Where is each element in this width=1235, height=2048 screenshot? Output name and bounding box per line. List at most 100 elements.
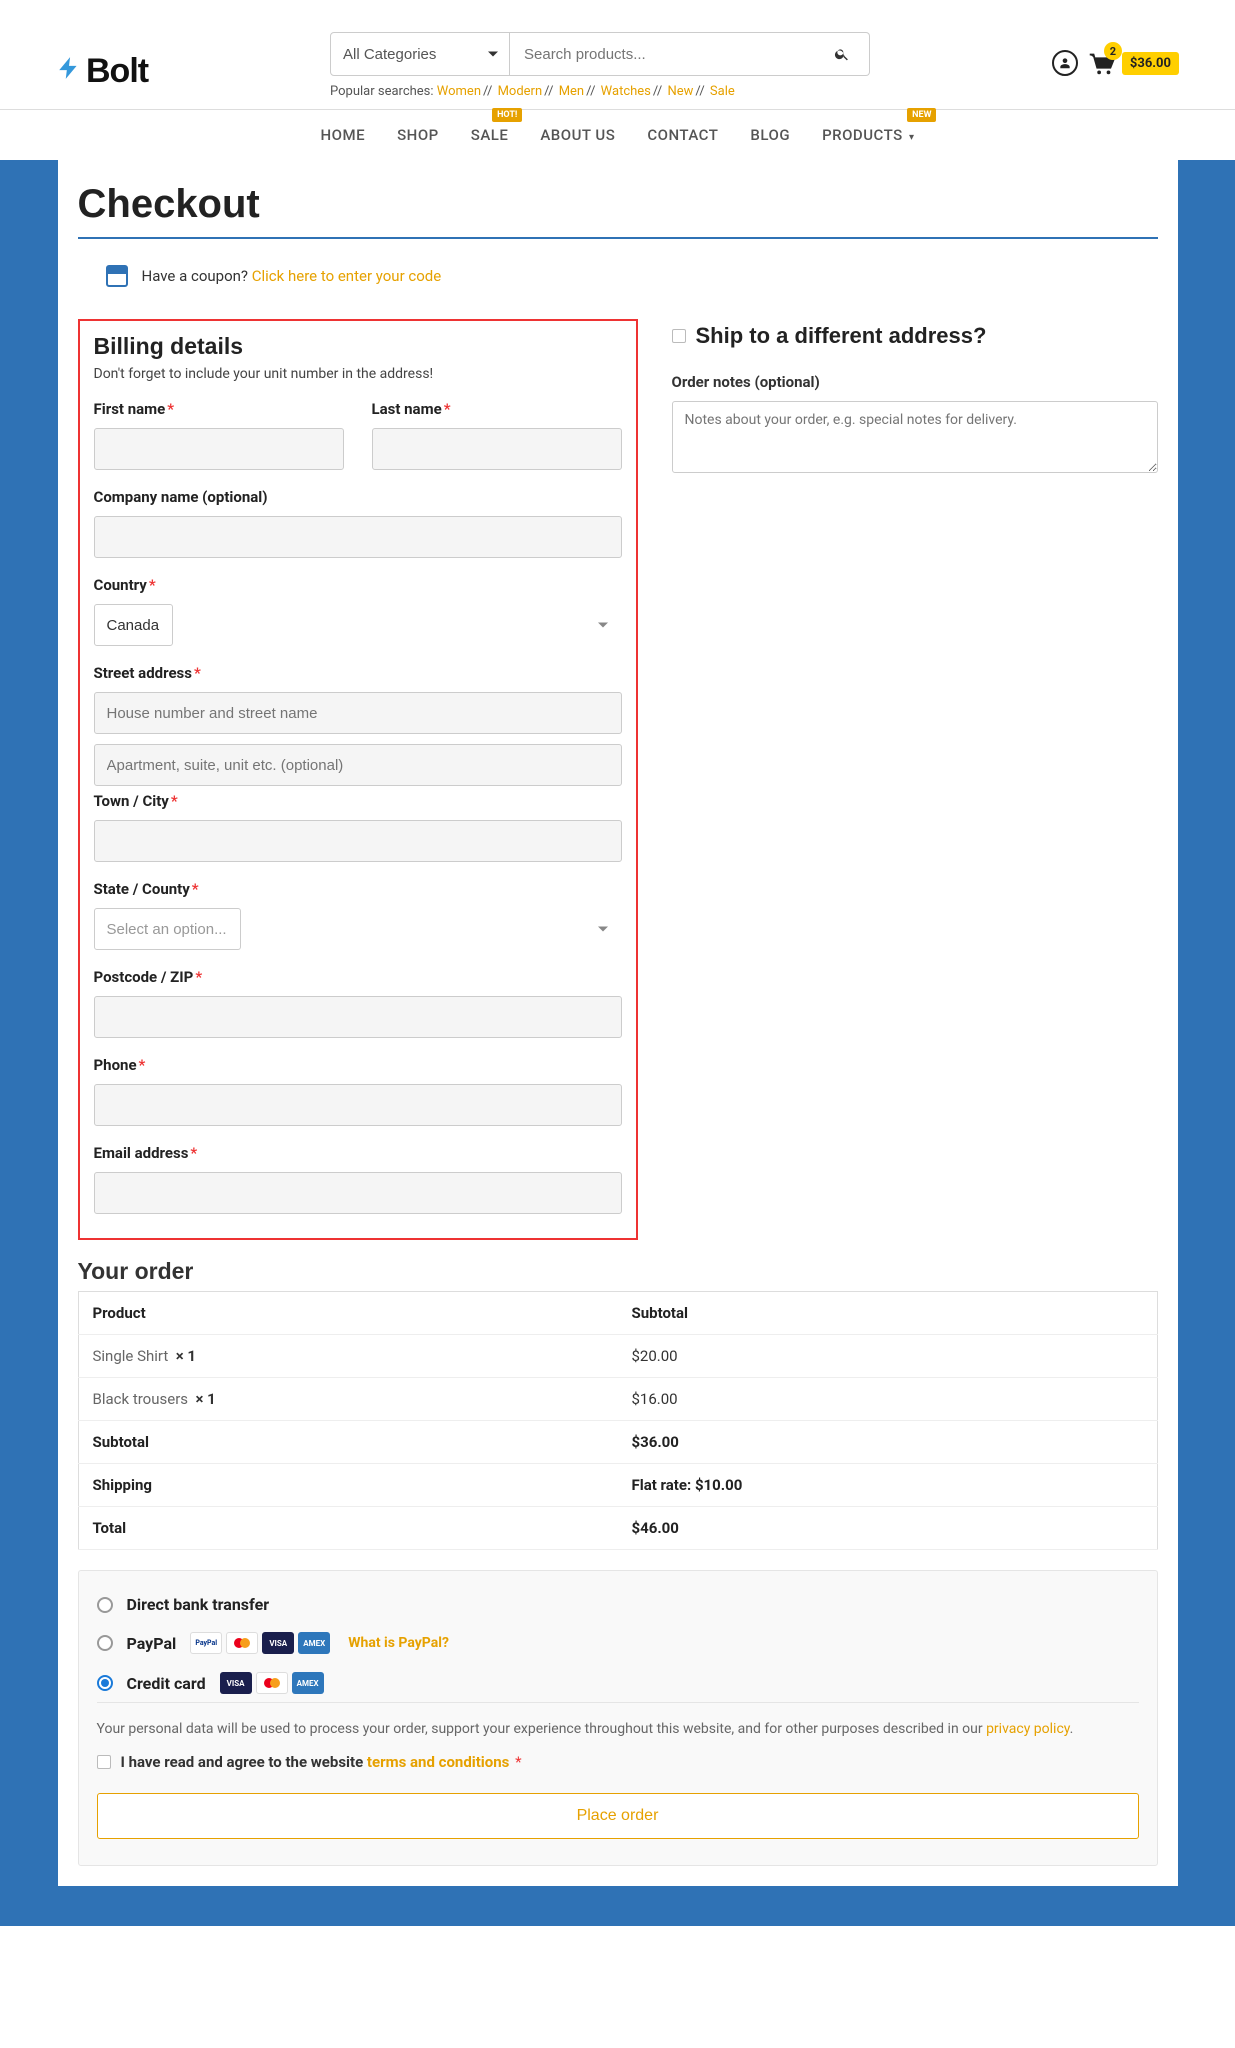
logo[interactable]: Bolt bbox=[56, 52, 148, 91]
hot-badge: HOT! bbox=[492, 108, 522, 122]
coupon-icon bbox=[106, 265, 128, 287]
popular-link[interactable]: Modern bbox=[498, 84, 543, 99]
order-total-row: Total $46.00 bbox=[78, 1507, 1157, 1550]
label-phone: Phone* bbox=[94, 1056, 622, 1074]
order-head-subtotal: Subtotal bbox=[618, 1292, 1158, 1335]
payment-box: Direct bank transfer PayPal PayPal VISA … bbox=[78, 1570, 1158, 1866]
terms-link[interactable]: terms and conditions bbox=[367, 1753, 509, 1771]
radio-icon bbox=[97, 1635, 113, 1651]
popular-searches: Popular searches: Women// Modern// Men//… bbox=[330, 84, 735, 99]
shipping-section: Ship to a different address? Order notes… bbox=[672, 319, 1158, 1240]
label-postcode: Postcode / ZIP* bbox=[94, 968, 622, 986]
main-nav: HOME SHOP SALE HOT! ABOUT US CONTACT BLO… bbox=[0, 109, 1235, 160]
order-row: Single Shirt × 1 $20.00 bbox=[78, 1335, 1157, 1378]
amex-icon: AMEX bbox=[298, 1632, 330, 1654]
city-input[interactable] bbox=[94, 820, 622, 862]
top-header: Bolt All Categories Popular searches: bbox=[0, 0, 1235, 109]
new-badge: NEW bbox=[907, 108, 936, 122]
label-order-notes: Order notes (optional) bbox=[672, 373, 1158, 391]
credit-card-icons: VISA AMEX bbox=[220, 1672, 324, 1694]
privacy-text: Your personal data will be used to proce… bbox=[97, 1702, 1139, 1737]
nav-sale[interactable]: SALE HOT! bbox=[471, 126, 509, 144]
logo-text: Bolt bbox=[86, 52, 148, 91]
billing-section: Billing details Don't forget to include … bbox=[78, 319, 638, 1240]
what-is-paypal-link[interactable]: What is PayPal? bbox=[348, 1635, 449, 1651]
popular-link[interactable]: Sale bbox=[710, 84, 735, 99]
nav-products[interactable]: PRODUCTS ▾ NEW bbox=[822, 126, 914, 144]
amex-icon: AMEX bbox=[292, 1672, 324, 1694]
mastercard-icon bbox=[256, 1672, 288, 1694]
search-input[interactable] bbox=[510, 32, 814, 76]
label-company: Company name (optional) bbox=[94, 488, 622, 506]
nav-blog[interactable]: BLOG bbox=[750, 126, 790, 144]
first-name-input[interactable] bbox=[94, 428, 344, 470]
street-address-2-input[interactable] bbox=[94, 744, 622, 786]
cart-count-badge: 2 bbox=[1104, 42, 1122, 60]
payment-option-credit[interactable]: Credit card VISA AMEX bbox=[97, 1672, 1139, 1694]
category-select[interactable]: All Categories bbox=[330, 32, 510, 76]
label-city: Town / City* bbox=[94, 792, 622, 810]
coupon-link[interactable]: Click here to enter your code bbox=[252, 267, 441, 285]
billing-heading: Billing details bbox=[94, 333, 622, 360]
label-country: Country* bbox=[94, 576, 622, 594]
label-state: State / County* bbox=[94, 880, 622, 898]
order-notes-input[interactable] bbox=[672, 401, 1158, 473]
account-button[interactable] bbox=[1052, 50, 1078, 76]
title-underline bbox=[78, 237, 1158, 239]
paypal-card-icons: PayPal VISA AMEX bbox=[190, 1632, 330, 1654]
postcode-input[interactable] bbox=[94, 996, 622, 1038]
place-order-button[interactable]: Place order bbox=[97, 1793, 1139, 1839]
cart-button[interactable]: 2 $36.00 bbox=[1086, 50, 1179, 76]
payment-option-paypal[interactable]: PayPal PayPal VISA AMEX What is PayPal? bbox=[97, 1632, 1139, 1654]
privacy-policy-link[interactable]: privacy policy bbox=[986, 1721, 1070, 1737]
visa-icon: VISA bbox=[262, 1632, 294, 1654]
popular-link[interactable]: Watches bbox=[601, 84, 651, 99]
search-area: All Categories Popular searches: Women//… bbox=[330, 32, 870, 99]
country-select[interactable]: Canada bbox=[94, 604, 173, 646]
ship-different-checkbox[interactable] bbox=[672, 329, 686, 343]
nav-home[interactable]: HOME bbox=[321, 126, 366, 144]
label-first-name: First name* bbox=[94, 400, 344, 418]
street-address-1-input[interactable] bbox=[94, 692, 622, 734]
user-icon bbox=[1058, 56, 1072, 70]
order-subtotal-row: Subtotal $36.00 bbox=[78, 1421, 1157, 1464]
coupon-prompt: Have a coupon? bbox=[142, 267, 249, 285]
ship-different-heading: Ship to a different address? bbox=[696, 323, 987, 349]
paypal-icon: PayPal bbox=[190, 1632, 222, 1654]
bolt-icon bbox=[56, 53, 82, 90]
company-input[interactable] bbox=[94, 516, 622, 558]
state-select[interactable]: Select an option... bbox=[94, 908, 241, 950]
radio-icon bbox=[97, 1597, 113, 1613]
order-row: Black trousers × 1 $16.00 bbox=[78, 1378, 1157, 1421]
search-icon bbox=[834, 46, 850, 62]
order-table: Product Subtotal Single Shirt × 1 $20.00… bbox=[78, 1291, 1158, 1550]
cart-total: $36.00 bbox=[1122, 52, 1179, 75]
popular-link[interactable]: New bbox=[667, 84, 693, 99]
order-head-product: Product bbox=[78, 1292, 618, 1335]
cart-icon: 2 bbox=[1086, 50, 1116, 76]
chevron-down-icon: ▾ bbox=[909, 132, 915, 143]
label-last-name: Last name* bbox=[372, 400, 622, 418]
terms-checkbox[interactable] bbox=[97, 1755, 111, 1769]
order-shipping-row: Shipping Flat rate: $10.00 bbox=[78, 1464, 1157, 1507]
order-heading: Your order bbox=[78, 1258, 1158, 1285]
header-icons: 2 $36.00 bbox=[1052, 50, 1179, 76]
nav-contact[interactable]: CONTACT bbox=[647, 126, 718, 144]
coupon-row: Have a coupon? Click here to enter your … bbox=[78, 259, 1158, 319]
mastercard-icon bbox=[226, 1632, 258, 1654]
label-email: Email address* bbox=[94, 1144, 622, 1162]
nav-shop[interactable]: SHOP bbox=[397, 126, 439, 144]
terms-row: I have read and agree to the website ter… bbox=[97, 1753, 1139, 1771]
phone-input[interactable] bbox=[94, 1084, 622, 1126]
nav-about[interactable]: ABOUT US bbox=[540, 126, 615, 144]
search-button[interactable] bbox=[814, 32, 870, 76]
radio-icon bbox=[97, 1675, 113, 1691]
billing-hint: Don't forget to include your unit number… bbox=[94, 366, 622, 382]
email-input[interactable] bbox=[94, 1172, 622, 1214]
page-title: Checkout bbox=[78, 160, 1158, 237]
visa-icon: VISA bbox=[220, 1672, 252, 1694]
popular-link[interactable]: Women bbox=[437, 84, 481, 99]
last-name-input[interactable] bbox=[372, 428, 622, 470]
popular-link[interactable]: Men bbox=[559, 84, 584, 99]
payment-option-bank[interactable]: Direct bank transfer bbox=[97, 1595, 1139, 1614]
